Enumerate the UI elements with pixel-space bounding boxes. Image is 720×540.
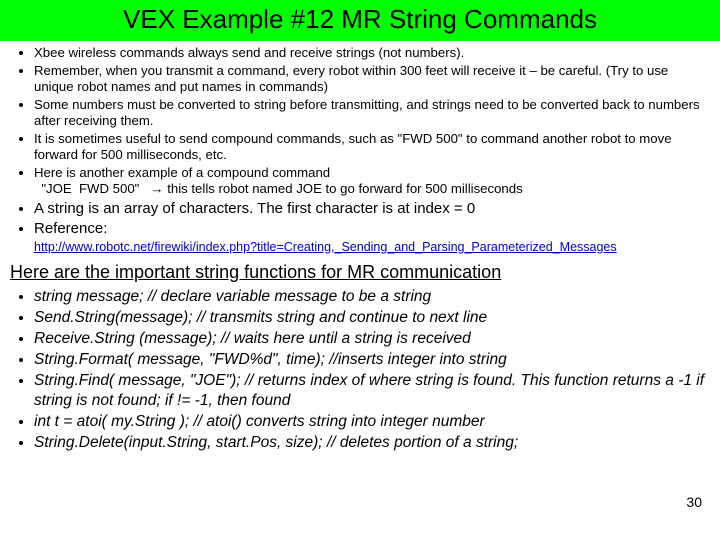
bullet-item: Xbee wireless commands always send and r… bbox=[34, 45, 710, 62]
bullet-item: String.Format( message, "FWD%d", time); … bbox=[34, 350, 710, 370]
bullet-item: Reference: bbox=[34, 219, 710, 239]
bullet-item: string message; // declare variable mess… bbox=[34, 287, 710, 307]
function-bullet-list: string message; // declare variable mess… bbox=[0, 287, 720, 454]
bullet-item: String.Delete(input.String, start.Pos, s… bbox=[34, 433, 710, 453]
bullet-item: int t = atoi( my.String ); // atoi() con… bbox=[34, 412, 710, 432]
top-bullet-list: Xbee wireless commands always send and r… bbox=[0, 45, 720, 239]
bullet-item: A string is an array of characters. The … bbox=[34, 199, 710, 219]
title-bar: VEX Example #12 MR String Commands bbox=[0, 0, 720, 41]
bullet-item: Remember, when you transmit a command, e… bbox=[34, 63, 710, 96]
bullet-item: Some numbers must be converted to string… bbox=[34, 97, 710, 130]
reference-link[interactable]: http://www.robotc.net/firewiki/index.php… bbox=[34, 240, 720, 254]
bullet-item: Receive.String (message); // waits here … bbox=[34, 329, 710, 349]
slide-number: 30 bbox=[686, 494, 702, 510]
bullet-item: String.Find( message, "JOE"); // returns… bbox=[34, 371, 710, 411]
bullet-item: It is sometimes useful to send compound … bbox=[34, 131, 710, 164]
bullet-item: Here is another example of a compound co… bbox=[34, 165, 710, 198]
section-heading: Here are the important string functions … bbox=[10, 262, 720, 283]
bullet-item: Send.String(message); // transmits strin… bbox=[34, 308, 710, 328]
slide-title: VEX Example #12 MR String Commands bbox=[0, 4, 720, 35]
